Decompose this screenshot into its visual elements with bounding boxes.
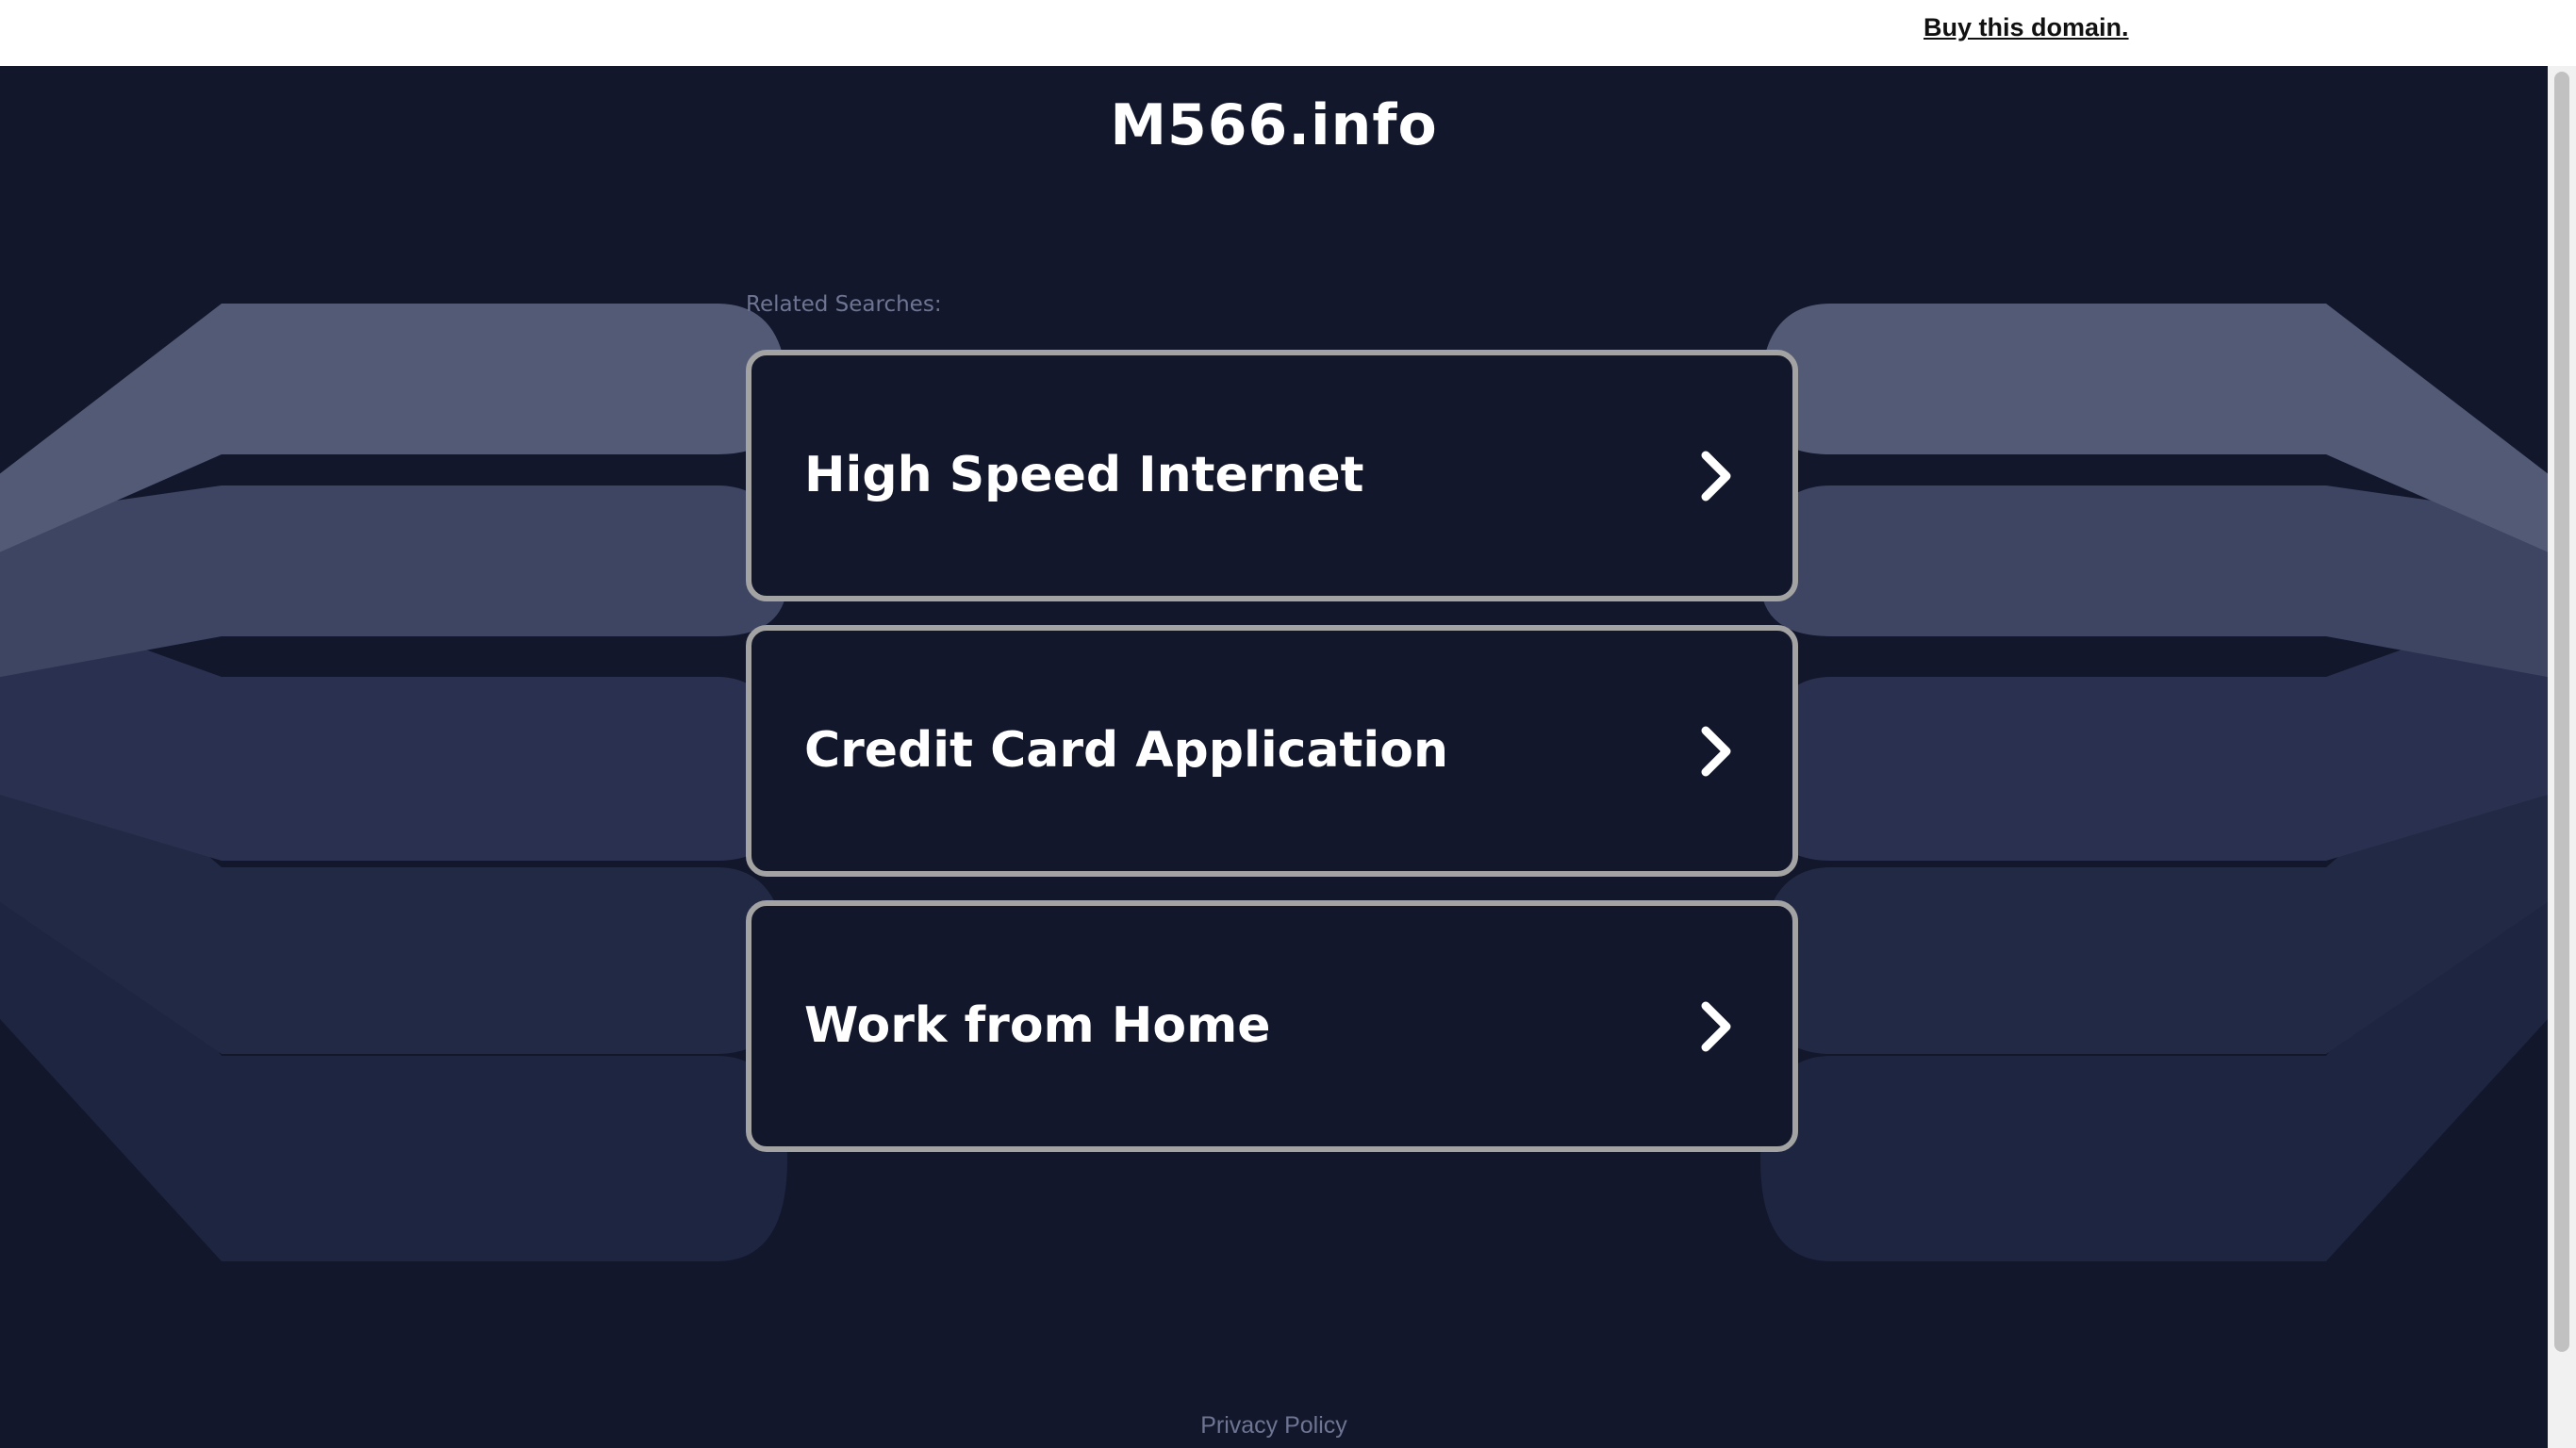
result-label: Credit Card Application xyxy=(804,722,1448,779)
result-credit-card-application[interactable]: Credit Card Application xyxy=(746,625,1798,877)
main-content: M566.info Related Searches: High Speed I… xyxy=(0,66,2548,1448)
top-bar: Buy this domain. xyxy=(0,0,2576,66)
result-label: High Speed Internet xyxy=(804,447,1364,503)
result-label: Work from Home xyxy=(804,997,1271,1054)
result-high-speed-internet[interactable]: High Speed Internet xyxy=(746,350,1798,601)
scrollbar-thumb[interactable] xyxy=(2554,72,2569,1352)
result-work-from-home[interactable]: Work from Home xyxy=(746,900,1798,1152)
privacy-policy-link[interactable]: Privacy Policy xyxy=(0,1412,2548,1440)
site-title: M566.info xyxy=(1110,92,1438,158)
chevron-right-icon xyxy=(1701,726,1731,777)
buy-domain-link[interactable]: Buy this domain. xyxy=(1924,13,2129,42)
chevron-right-icon xyxy=(1701,1001,1731,1052)
related-searches-label: Related Searches: xyxy=(746,292,942,317)
right-background-shapes xyxy=(1760,304,2548,1261)
left-background-shapes xyxy=(0,304,787,1261)
chevron-right-icon xyxy=(1701,451,1731,502)
